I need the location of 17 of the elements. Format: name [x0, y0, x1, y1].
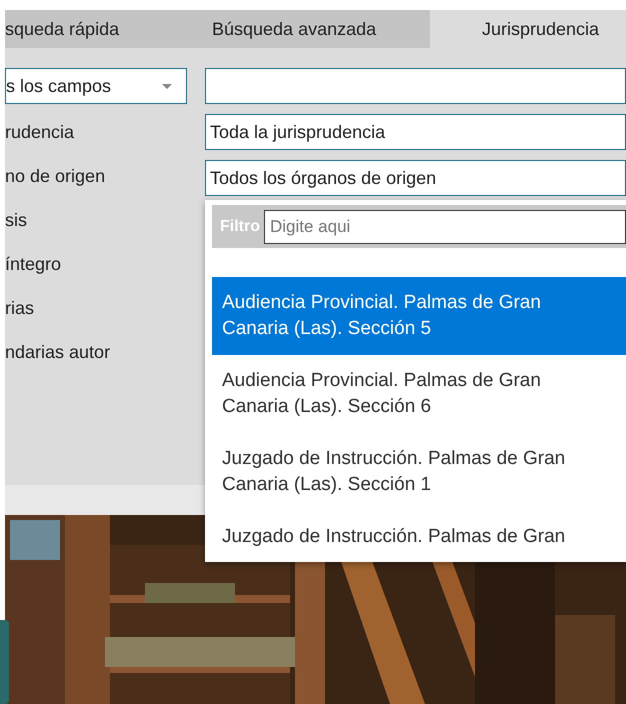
field-label: sis: [5, 209, 28, 231]
list-option[interactable]: Juzgado de Instrucción. Palmas de Gran Canaria (Las). Sección 1: [212, 433, 626, 511]
field-label: ndarias autor: [5, 341, 112, 363]
jurisprudence-select[interactable]: Toda la jurisprudencia: [205, 114, 626, 150]
field-label: íntegro: [5, 253, 62, 275]
tab[interactable]: Jurisprudencia: [430, 10, 626, 48]
list-option[interactable]: Juzgado de Instrucción. Palmas de Gran: [212, 511, 626, 562]
caret-icon: [162, 84, 172, 88]
field-select[interactable]: s los campos: [5, 68, 187, 104]
list-option[interactable]: Audiencia Provincial. Palmas de Gran Canaria (Las). Sección 5: [212, 277, 626, 355]
field-label: no de origen: [5, 165, 106, 187]
list-option[interactable]: Audiencia Provincial. Palmas de Gran Canaria (Las). Sección 6: [212, 355, 626, 433]
field-label: rudencia: [5, 121, 76, 143]
field-label: rias: [5, 297, 36, 319]
search-field[interactable]: [205, 68, 626, 104]
filter-field[interactable]: Digite aqui: [264, 210, 626, 244]
origin-select[interactable]: Todos los órganos de origen: [205, 160, 626, 196]
